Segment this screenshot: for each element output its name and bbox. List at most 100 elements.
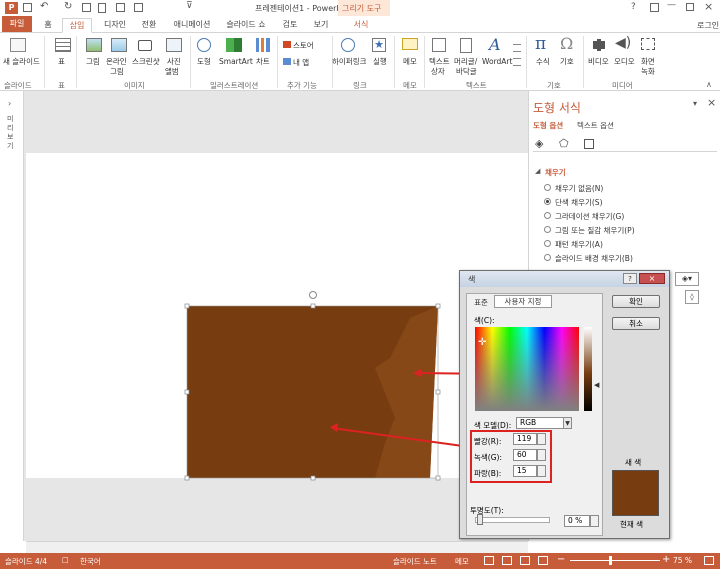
horizontal-scrollbar[interactable] — [26, 541, 528, 553]
zoom-in-button[interactable]: + — [662, 554, 670, 565]
quick-access-more-icon[interactable]: ⊽ — [186, 1, 193, 11]
start-slideshow-icon[interactable] — [82, 3, 91, 12]
tab-format[interactable]: 서식 — [346, 18, 376, 33]
color-model-dropdown-icon[interactable]: ▼ — [563, 417, 572, 429]
textbox-label-2[interactable]: 상자 — [431, 67, 445, 76]
help-button[interactable]: ? — [631, 2, 636, 12]
transparency-input[interactable]: 0 % — [564, 515, 590, 527]
wordart-label[interactable]: WordArt — [482, 57, 512, 66]
option-gradient-fill[interactable]: 그라데이션 채우기(G) — [555, 211, 624, 222]
comments-button[interactable]: 메모 — [455, 556, 469, 567]
slide-counter[interactable]: 슬라이드 4/4 — [5, 556, 47, 567]
tab-view[interactable]: 보기 — [308, 18, 334, 33]
zoom-slider[interactable] — [570, 560, 660, 561]
color-picker-button[interactable]: ◈▾ — [675, 272, 699, 286]
tab-file[interactable]: 파일 — [2, 16, 32, 32]
fill-line-icon[interactable]: ◈ — [535, 137, 543, 150]
option-solid-fill[interactable]: 단색 채우기(S) — [555, 197, 603, 208]
collapse-ribbon-icon[interactable]: ∧ — [706, 80, 712, 89]
cancel-button[interactable]: 취소 — [612, 317, 660, 330]
save-icon[interactable] — [23, 3, 32, 12]
close-button[interactable]: × — [704, 0, 713, 13]
tab-review[interactable]: 검토 — [277, 18, 303, 33]
smartart-icon[interactable] — [226, 38, 242, 52]
tab-shape-options[interactable]: 도형 옵션 — [533, 120, 563, 131]
symbol-icon[interactable]: Ω — [560, 34, 573, 53]
new-slide-label[interactable]: 새 슬라이드 — [3, 57, 40, 66]
login-link[interactable]: 로그인 — [697, 20, 719, 31]
radio-gradient-fill[interactable] — [544, 212, 551, 219]
photo-album-label-2[interactable]: 앨범 — [165, 67, 179, 76]
smartart-label[interactable]: SmartArt — [219, 57, 253, 66]
tab-transitions[interactable]: 전환 — [136, 18, 162, 33]
radio-picture-fill[interactable] — [544, 226, 551, 233]
radio-solid-fill[interactable] — [544, 198, 551, 205]
zoom-thumb[interactable] — [609, 556, 612, 565]
slideshow-view-icon[interactable] — [538, 556, 548, 565]
ribbon-display-icon[interactable] — [650, 3, 659, 12]
screen-recording-label[interactable]: 화면 — [641, 57, 655, 66]
spellcheck-icon[interactable]: ☐ — [62, 556, 69, 565]
action-icon[interactable]: ★ — [372, 38, 386, 52]
option-pattern-fill[interactable]: 패턴 채우기(A) — [555, 239, 603, 250]
transparency-spinner[interactable]: ◊ — [685, 290, 699, 304]
radio-background-fill[interactable] — [544, 254, 551, 261]
color-spectrum[interactable] — [475, 327, 579, 411]
comment-label[interactable]: 메모 — [403, 57, 417, 66]
luminance-slider[interactable] — [584, 327, 592, 411]
new-slide-icon[interactable] — [10, 38, 26, 52]
online-picture-label[interactable]: 온라인 — [106, 57, 127, 66]
online-picture-icon[interactable] — [111, 38, 127, 52]
wordart-icon[interactable]: A — [489, 35, 501, 54]
tab-insert[interactable]: 삽입 — [62, 18, 92, 33]
transparency-spinner-dialog[interactable] — [590, 515, 599, 527]
audio-icon[interactable]: ◀) — [615, 35, 631, 51]
online-picture-label-2[interactable]: 그림 — [110, 67, 124, 76]
my-apps-icon[interactable] — [283, 58, 291, 65]
radio-no-fill[interactable] — [544, 184, 551, 191]
transparency-slider[interactable] — [475, 517, 550, 523]
header-footer-label-2[interactable]: 바닥글 — [456, 67, 477, 76]
screenshot-label[interactable]: 스크린샷 — [132, 57, 160, 66]
audio-label[interactable]: 오디오 — [614, 57, 635, 66]
action-label[interactable]: 실행 — [373, 57, 387, 66]
symbol-label[interactable]: 기호 — [560, 57, 574, 66]
chart-label[interactable]: 차트 — [256, 57, 270, 66]
store-icon[interactable] — [283, 41, 291, 48]
tab-animations[interactable]: 애니메이션 — [167, 18, 217, 33]
new-file-icon[interactable] — [98, 3, 106, 13]
dialog-close-button[interactable]: × — [639, 273, 665, 284]
photo-album-icon[interactable] — [166, 38, 182, 52]
table-icon[interactable] — [55, 38, 71, 52]
undo-icon[interactable]: ↶ — [40, 1, 48, 12]
fit-slide-icon[interactable] — [704, 556, 714, 565]
effects-icon[interactable]: ⬠ — [559, 137, 569, 150]
ok-button[interactable]: 확인 — [612, 295, 660, 308]
picture-label[interactable]: 그림 — [86, 57, 100, 66]
minimize-button[interactable]: — — [667, 0, 676, 10]
zoom-level[interactable]: 75 % — [673, 556, 692, 565]
language-indicator[interactable]: 한국어 — [80, 556, 101, 567]
fill-section-label[interactable]: 채우기 — [545, 167, 566, 178]
thumbnails-label[interactable]: 미리 보기 — [7, 115, 17, 151]
header-footer-label[interactable]: 머리글/ — [454, 57, 477, 66]
store-label[interactable]: 스토어 — [293, 41, 314, 50]
option-background-fill[interactable]: 슬라이드 배경 채우기(B) — [555, 253, 633, 264]
print-icon[interactable] — [134, 3, 143, 12]
zoom-out-button[interactable]: − — [557, 554, 565, 565]
rotate-handle[interactable] — [309, 291, 317, 299]
equation-label[interactable]: 수식 — [536, 57, 550, 66]
textbox-label[interactable]: 텍스트 — [429, 57, 450, 66]
radio-pattern-fill[interactable] — [544, 240, 551, 247]
screen-recording-label-2[interactable]: 녹화 — [641, 67, 655, 76]
redo-icon[interactable]: ↻ — [64, 1, 72, 12]
tab-slideshow[interactable]: 슬라이드 쇼 — [221, 18, 271, 33]
open-file-icon[interactable] — [116, 3, 125, 12]
dialog-help-button[interactable]: ? — [623, 273, 637, 284]
video-label[interactable]: 비디오 — [588, 57, 609, 66]
transparency-thumb[interactable] — [477, 514, 483, 525]
tab-home[interactable]: 홈 — [38, 18, 58, 33]
tab-text-options[interactable]: 텍스트 옵션 — [577, 120, 614, 131]
tab-design[interactable]: 디자인 — [97, 18, 133, 33]
chart-icon[interactable] — [256, 38, 270, 52]
